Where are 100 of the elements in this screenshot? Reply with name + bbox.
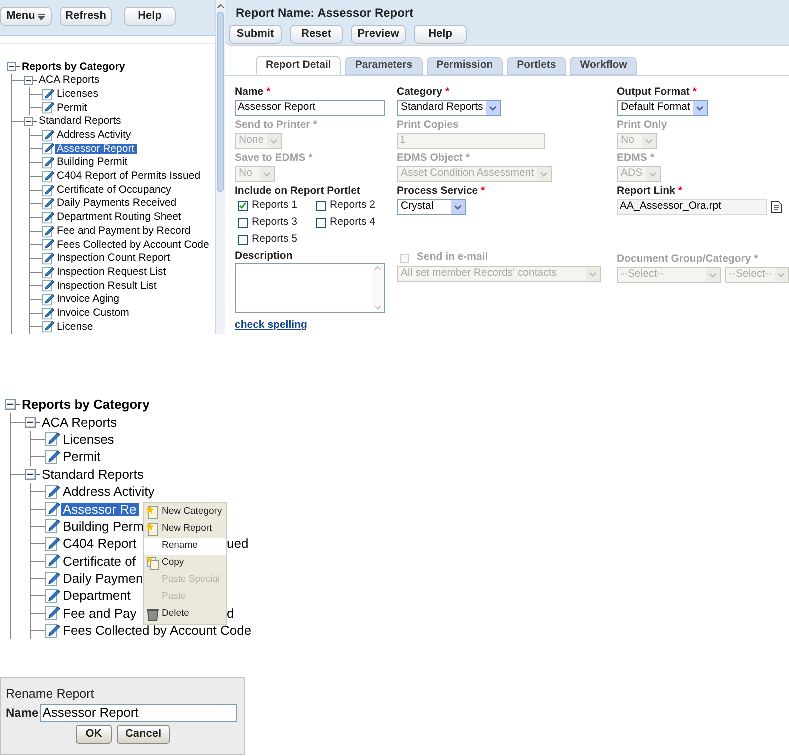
field-label: Name [235, 85, 264, 100]
pencil-document-icon [45, 622, 61, 639]
collapse-icon[interactable] [5, 399, 16, 410]
tree-item[interactable]: Building Perm [61, 520, 146, 533]
menu-item[interactable]: New Category [144, 504, 226, 521]
browse-file-icon[interactable] [771, 200, 783, 214]
tree-item[interactable]: Fees Collected by Account Code [55, 240, 212, 250]
tree-item[interactable]: Fee and Payment by Record [55, 226, 193, 236]
preview-button[interactable]: Preview [351, 25, 406, 44]
pencil-document-icon [45, 553, 61, 570]
select-field[interactable]: Standard Reports [397, 100, 502, 116]
scrollbar[interactable] [215, 0, 225, 334]
field-label: Category [397, 85, 443, 100]
tree-item[interactable]: Address Activity [55, 130, 134, 141]
pencil-document-icon [42, 88, 55, 101]
tree-item[interactable]: License [55, 322, 96, 332]
tree-folder[interactable]: Reports by Category [20, 398, 152, 412]
help-button[interactable]: Help [414, 25, 467, 44]
help-button[interactable]: Help [124, 7, 176, 26]
cancel-button[interactable]: Cancel [117, 725, 170, 744]
menu-button[interactable]: Menu [0, 7, 52, 26]
menu-item[interactable]: New Report [144, 521, 226, 538]
tree-item[interactable]: Licenses [55, 88, 100, 100]
field-label: Print Only [617, 118, 668, 132]
tree-item[interactable]: Address Activity [61, 485, 157, 498]
tree-folder[interactable]: ACA Reports [40, 416, 120, 429]
tree-item[interactable]: Daily Payments Received [55, 198, 179, 209]
scroll-up-icon[interactable] [216, 2, 224, 10]
checkbox[interactable] [316, 218, 326, 228]
collapse-icon[interactable] [24, 117, 33, 126]
tree-item[interactable]: Permit [55, 102, 90, 114]
required-mark: * [678, 184, 682, 198]
select-field[interactable]: Crystal [397, 199, 466, 216]
checkbox[interactable] [316, 201, 326, 212]
collapse-icon[interactable] [25, 416, 36, 428]
pencil-document-icon [42, 197, 55, 210]
tree-item[interactable]: Assessor Report [55, 144, 137, 154]
tab[interactable]: Parameters [345, 57, 423, 76]
collapse-icon[interactable] [25, 468, 36, 480]
menu-item[interactable]: Delete [144, 606, 226, 623]
select-field[interactable]: Default Format [617, 100, 708, 116]
tab[interactable]: Permission [426, 57, 504, 76]
field-label: Send to Printer [235, 118, 310, 132]
pencil-document-icon [42, 224, 55, 238]
tree-item[interactable]: C404 Report of Permits Issued [55, 171, 203, 182]
tree-item[interactable]: Building Permit [55, 157, 130, 168]
tree-folder[interactable]: Standard Reports [40, 468, 146, 481]
checkbox-label: Reports 2 [330, 198, 376, 214]
field-label: Send in e-mail [417, 250, 488, 266]
pencil-document-icon [42, 142, 55, 156]
tree-item[interactable]: Inspection Result List [55, 280, 159, 292]
tree-folder[interactable]: Reports by Category [20, 62, 128, 72]
tree-item[interactable]: d [227, 606, 234, 620]
tree-item[interactable]: Permit [61, 450, 103, 464]
menu-item[interactable]: Copy [144, 555, 226, 572]
tree-folder[interactable]: Standard Reports [37, 116, 124, 127]
tree-item[interactable]: Invoice Custom [55, 308, 132, 318]
tree-item[interactable]: Assessor Re [61, 502, 139, 516]
collapse-icon[interactable] [24, 76, 33, 86]
tree-item[interactable]: Department [61, 589, 133, 602]
name-field[interactable]: Assessor Report [40, 704, 237, 722]
pencil-document-icon [42, 170, 55, 183]
tree-item[interactable]: Department Routing Sheet [55, 212, 184, 223]
tree-item[interactable]: Inspection Request List [55, 266, 168, 278]
checkbox[interactable] [238, 218, 248, 228]
tab[interactable]: Workflow [570, 57, 638, 76]
tab[interactable]: Portlets [507, 57, 566, 76]
ok-button[interactable]: OK [76, 725, 112, 744]
tree-item[interactable]: Certificate of [61, 554, 138, 568]
checkbox[interactable] [238, 235, 248, 246]
refresh-button[interactable]: Refresh [60, 7, 112, 26]
tree-item[interactable]: Certificate of Occupancy [55, 184, 174, 196]
tab[interactable]: Report Detail [256, 56, 342, 76]
description-field[interactable] [235, 263, 385, 314]
checkbox[interactable] [238, 201, 248, 212]
required-mark: * [308, 151, 313, 166]
checkbox-label: Reports 5 [252, 232, 298, 248]
new-document-icon [146, 505, 160, 520]
tree-item[interactable]: ued [227, 537, 249, 550]
text-field[interactable]: Assessor Report [235, 100, 385, 116]
text-field[interactable]: AA_Assessor_Ora.rpt [617, 199, 767, 216]
tree-item[interactable]: Inspection Count Report [55, 253, 172, 264]
tree-item[interactable]: Fee and Pay [61, 606, 139, 620]
checkbox-label: Reports 4 [330, 215, 376, 230]
tree-item[interactable]: Daily Paymen [61, 572, 146, 586]
tree-item[interactable]: Licenses [61, 432, 116, 446]
required-mark: * [446, 85, 450, 100]
pencil-document-icon [42, 210, 55, 224]
submit-button[interactable]: Submit [229, 25, 282, 44]
tree-item[interactable]: Invoice Aging [55, 294, 122, 305]
tree-item[interactable]: Fees Collected by Account Code [61, 624, 254, 638]
reset-button[interactable]: Reset [290, 25, 343, 44]
check-icon [239, 202, 247, 210]
tree-item[interactable]: C404 Report [61, 537, 139, 550]
dialog-title: Rename Report [6, 686, 96, 701]
collapse-icon[interactable] [7, 62, 16, 72]
check-spelling-link[interactable]: check spelling [235, 318, 397, 334]
menu-item[interactable]: Rename [144, 538, 226, 555]
tree-folder[interactable]: ACA Reports [37, 75, 102, 86]
required-mark: * [266, 85, 271, 100]
